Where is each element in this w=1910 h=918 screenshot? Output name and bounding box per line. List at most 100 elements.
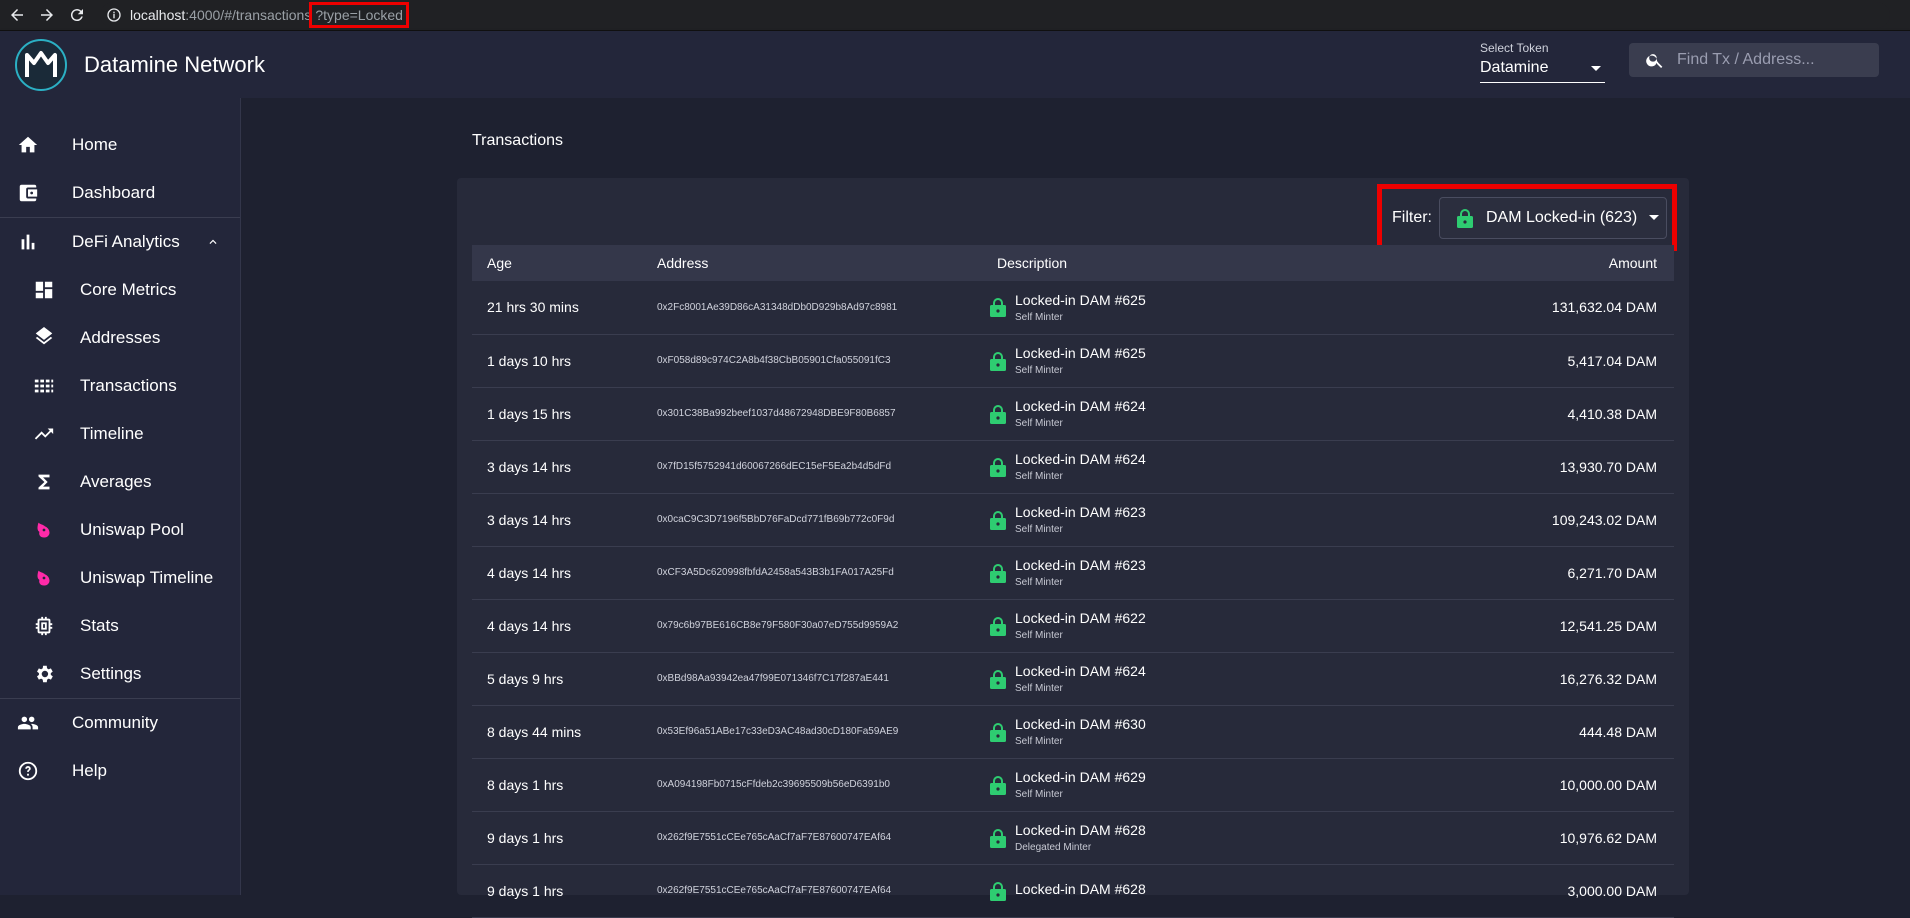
lock-icon <box>989 775 1007 795</box>
token-select-label: Select Token <box>1480 41 1549 55</box>
table-row[interactable]: 1 days 10 hrs 0xF058d89c974C2A8b4f38CbB0… <box>472 334 1674 387</box>
row-address[interactable]: 0x79c6b97BE616CB8e79F580F30a07eD755d9959… <box>642 599 982 652</box>
row-age: 3 days 14 hrs <box>487 511 572 528</box>
row-description-subtitle: Self Minter <box>1015 311 1063 323</box>
sidebar-item-settings[interactable]: Settings <box>0 650 240 698</box>
back-icon[interactable] <box>4 0 30 30</box>
token-select-value[interactable]: Datamine <box>1480 59 1605 83</box>
table-row[interactable]: 4 days 14 hrs 0xCF3A5Dc620998fbfdA2458a5… <box>472 546 1674 599</box>
filter-select[interactable]: DAM Locked-in (623) <box>1439 196 1667 239</box>
lock-icon <box>989 404 1007 424</box>
trending-up-icon <box>32 422 56 446</box>
row-description: Locked-in DAM #628 Delegated Minter <box>982 811 1374 864</box>
sidebar-item-label: Home <box>72 135 118 154</box>
row-description-title: Locked-in DAM #628 <box>1015 880 1146 897</box>
row-address[interactable]: 0x2Fc8001Ae39D86cA31348dDb0D929b8Ad97c89… <box>642 281 982 334</box>
column-header-address[interactable]: Address <box>642 245 982 281</box>
row-amount: 5,417.04 DAM <box>1567 352 1658 369</box>
row-description-title: Locked-in DAM #625 <box>1015 291 1146 308</box>
table-row[interactable]: 3 days 14 hrs 0x7fD15f5752941d60067266dE… <box>472 440 1674 493</box>
row-age: 8 days 44 mins <box>487 723 582 740</box>
search-input[interactable] <box>1675 50 1869 70</box>
row-amount: 109,243.02 DAM <box>1551 511 1657 528</box>
row-address[interactable]: 0x301C38Ba992beef1037d48672948DBE9F80B68… <box>642 387 982 440</box>
sidebar-item-uniswap-pool[interactable]: Uniswap Pool <box>0 506 240 554</box>
column-header-description[interactable]: Description <box>982 245 1374 281</box>
row-description-title: Locked-in DAM #628 <box>1015 822 1146 838</box>
column-header-age[interactable]: Age <box>472 245 642 281</box>
sidebar-item-label: Uniswap Pool <box>80 520 184 539</box>
browser-toolbar: localhost :4000/#/transactions ?type=Loc… <box>0 0 1910 31</box>
address-bar[interactable]: localhost :4000/#/transactions ?type=Loc… <box>100 2 1890 28</box>
help-icon <box>16 759 40 783</box>
sidebar-item-label: Timeline <box>80 424 144 443</box>
token-select[interactable]: Select Token Datamine <box>1480 41 1605 83</box>
row-description: Locked-in DAM #630 Self Minter <box>982 705 1374 758</box>
sidebar-item-label: Uniswap Timeline <box>80 568 214 587</box>
row-amount: 3,000.00 DAM <box>1567 882 1658 899</box>
row-amount: 444.48 DAM <box>1579 723 1657 740</box>
row-address[interactable]: 0xF058d89c974C2A8b4f38CbB05901Cfa055091f… <box>642 334 982 387</box>
url-host: localhost <box>130 7 186 23</box>
row-description-subtitle: Self Minter <box>1015 630 1063 641</box>
sidebar-item-community[interactable]: Community <box>0 699 240 747</box>
row-age: 8 days 1 hrs <box>487 776 564 793</box>
sidebar-item-transactions[interactable]: Transactions <box>0 362 240 410</box>
app-title: Datamine Network <box>84 51 265 77</box>
column-header-amount[interactable]: Amount <box>1374 245 1674 281</box>
sidebar-item-defi-analytics[interactable]: DeFi Analytics <box>0 218 240 266</box>
sidebar-item-addresses[interactable]: Addresses <box>0 314 240 362</box>
sidebar-item-label: Settings <box>80 664 142 683</box>
row-address[interactable]: 0x0caC9C3D7196f5BbD76FaDcd771fB69b772c0F… <box>642 493 982 546</box>
table-row[interactable]: 5 days 9 hrs 0xBBd98Aa93942ea47f99E07134… <box>472 652 1674 705</box>
table-row[interactable]: 1 days 15 hrs 0x301C38Ba992beef1037d4867… <box>472 387 1674 440</box>
lock-icon <box>989 351 1007 371</box>
sidebar-item-dashboard[interactable]: Dashboard <box>0 169 240 217</box>
chevron-up-icon[interactable] <box>206 234 220 254</box>
row-description: Locked-in DAM #623 Self Minter <box>982 493 1374 546</box>
sidebar-item-core-metrics[interactable]: Core Metrics <box>0 266 240 314</box>
row-age: 1 days 15 hrs <box>487 405 572 422</box>
table-row[interactable]: 9 days 1 hrs 0x262f9E7551cCEe765cAaCf7aF… <box>472 864 1674 917</box>
row-address[interactable]: 0xCF3A5Dc620998fbfdA2458a543B3b1FA017A25… <box>642 546 982 599</box>
sidebar-item-help[interactable]: Help <box>0 747 240 795</box>
row-description-subtitle: Delegated Minter <box>1015 842 1092 853</box>
url-path: :4000/#/transactions <box>185 7 312 23</box>
table-row[interactable]: 4 days 14 hrs 0x79c6b97BE616CB8e79F580F3… <box>472 599 1674 652</box>
row-description-subtitle: Self Minter <box>1015 683 1063 694</box>
people-icon <box>16 711 40 735</box>
forward-icon[interactable] <box>34 0 60 30</box>
sidebar-item-uniswap-timeline[interactable]: Uniswap Timeline <box>0 554 240 602</box>
row-description-title: Locked-in DAM #623 <box>1015 557 1146 573</box>
row-address[interactable]: 0xA094198Fb0715cFfdeb2c39695509b56eD6391… <box>642 758 982 811</box>
row-amount: 10,976.62 DAM <box>1559 829 1657 846</box>
dashboard-icon <box>32 278 56 302</box>
token-value-text: Datamine <box>1480 59 1549 76</box>
sidebar-item-label: Stats <box>80 616 119 635</box>
search-box[interactable] <box>1629 43 1879 77</box>
url-query-highlight: ?type=Locked <box>309 2 409 28</box>
sidebar-item-home[interactable]: Home <box>0 121 240 169</box>
row-description-subtitle: Self Minter <box>1015 736 1063 747</box>
sidebar-item-label: DeFi Analytics <box>72 232 180 251</box>
row-address[interactable]: 0x53Ef96a51ABe17c33eD3AC48ad30cD180Fa59A… <box>642 705 982 758</box>
row-address[interactable]: 0x262f9E7551cCEe765cAaCf7aF7E87600747EAf… <box>642 864 982 917</box>
table-row[interactable]: 21 hrs 30 mins 0x2Fc8001Ae39D86cA31348dD… <box>472 281 1674 334</box>
row-address[interactable]: 0x7fD15f5752941d60067266dEC15eF5Ea2b4d5d… <box>642 440 982 493</box>
row-address[interactable]: 0xBBd98Aa93942ea47f99E071346f7C17f287aE4… <box>642 652 982 705</box>
datamine-logo[interactable] <box>15 38 67 91</box>
lock-icon <box>989 669 1007 689</box>
sidebar-item-stats[interactable]: Stats <box>0 602 240 650</box>
row-address[interactable]: 0x262f9E7551cCEe765cAaCf7aF7E87600747EAf… <box>642 811 982 864</box>
table-row[interactable]: 8 days 1 hrs 0xA094198Fb0715cFfdeb2c3969… <box>472 758 1674 811</box>
sidebar-item-averages[interactable]: Averages <box>0 458 240 506</box>
table-row[interactable]: 9 days 1 hrs 0x262f9E7551cCEe765cAaCf7aF… <box>472 811 1674 864</box>
sidebar-item-label: Addresses <box>80 328 161 347</box>
gear-icon <box>32 662 56 686</box>
row-description-subtitle: Self Minter <box>1015 789 1063 800</box>
table-row[interactable]: 3 days 14 hrs 0x0caC9C3D7196f5BbD76FaDcd… <box>472 493 1674 546</box>
sidebar-item-timeline[interactable]: Timeline <box>0 410 240 458</box>
table-row[interactable]: 8 days 44 mins 0x53Ef96a51ABe17c33eD3AC4… <box>472 705 1674 758</box>
reload-icon[interactable] <box>64 0 90 30</box>
lock-icon <box>989 563 1007 583</box>
